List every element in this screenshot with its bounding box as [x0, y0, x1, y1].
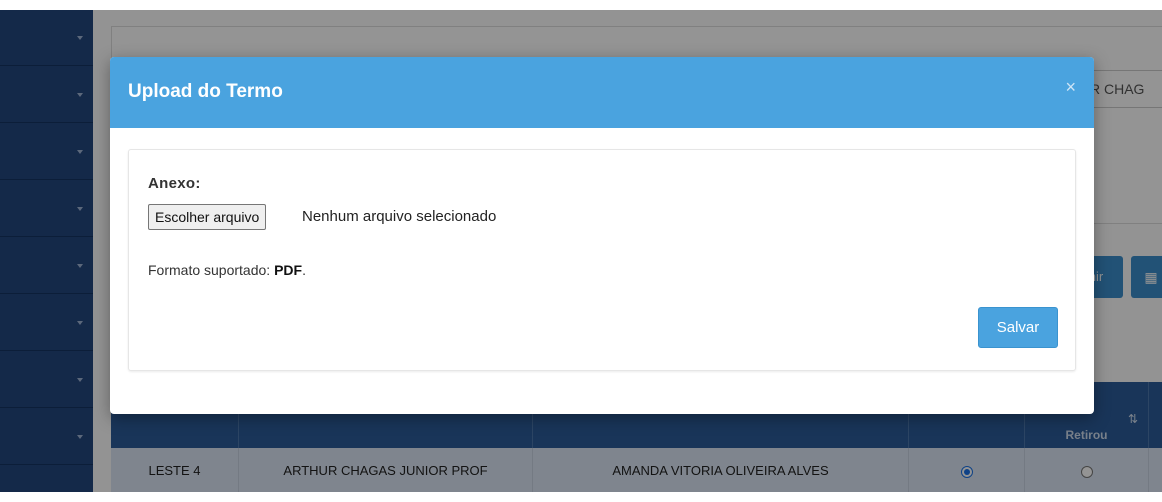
format-suffix: .: [302, 262, 306, 278]
save-button[interactable]: Salvar: [978, 307, 1058, 348]
modal-header: Upload do Termo ×: [110, 57, 1094, 128]
format-prefix: Formato suportado:: [148, 262, 275, 278]
format-value: PDF: [274, 262, 303, 278]
supported-format-text: Formato suportado: PDF.: [148, 262, 306, 278]
bottom-strip: [0, 492, 1162, 502]
modal-title: Upload do Termo: [128, 81, 283, 102]
choose-file-button[interactable]: Escolher arquivo: [148, 204, 267, 230]
upload-modal: Upload do Termo × Anexo: Escolher arquiv…: [110, 57, 1094, 414]
top-strip: [0, 0, 1162, 10]
attachment-label: Anexo:: [148, 175, 201, 192]
file-status-text: Nenhum arquivo selecionado: [302, 208, 497, 225]
upload-form-panel: Anexo: Escolher arquivo Nenhum arquivo s…: [128, 149, 1076, 371]
close-icon[interactable]: ×: [1065, 77, 1076, 98]
